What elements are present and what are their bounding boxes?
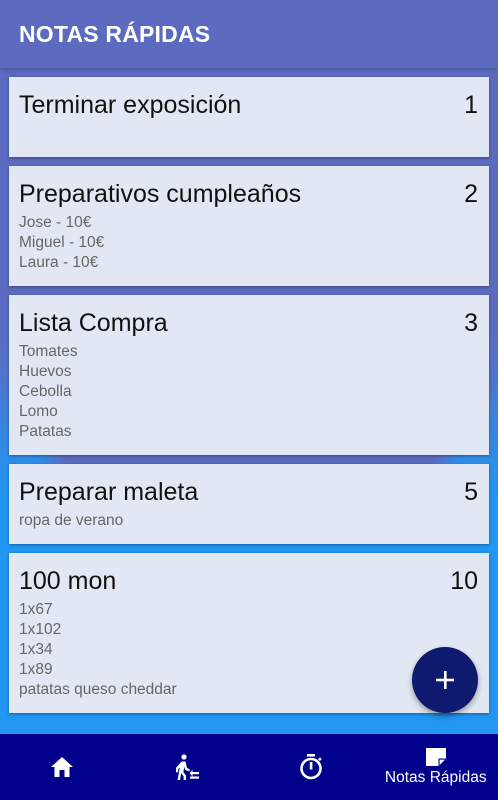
note-line: Laura - 10€ <box>19 254 99 271</box>
note-number: 3 <box>464 309 478 337</box>
note-line: 1x67 <box>19 601 53 618</box>
note-line: 1x89 <box>19 661 53 678</box>
app-bar: NOTAS RÁPIDAS <box>0 0 498 68</box>
note-line: Cebolla <box>19 383 72 400</box>
nav-item-notas-rapidas[interactable]: Notas Rápidas <box>374 734 498 800</box>
timer-icon <box>300 754 323 780</box>
note-line: 1x34 <box>19 641 53 658</box>
note-title: Preparativos cumpleaños <box>19 180 302 208</box>
note-card[interactable]: Preparar maleta 5 ropa de verano <box>9 464 489 544</box>
note-line: ropa de verano <box>19 512 124 529</box>
add-note-button[interactable] <box>412 647 478 713</box>
nav-item-label: Notas Rápidas <box>384 769 487 786</box>
note-line: 1x102 <box>19 621 62 638</box>
note-body: Tomates Huevos Cebolla Lomo Patatas <box>19 342 479 442</box>
note-line: Tomates <box>19 343 78 360</box>
nav-item-timer[interactable] <box>249 734 374 800</box>
note-line: Lomo <box>19 403 58 420</box>
note-body: ropa de verano <box>19 511 479 531</box>
note-body: Jose - 10€ Miguel - 10€ Laura - 10€ <box>19 213 479 273</box>
note-number: 2 <box>464 180 478 208</box>
note-title: 100 mon <box>19 567 117 595</box>
note-title: Lista Compra <box>19 309 168 337</box>
note-card[interactable]: Preparativos cumpleaños 2 Jose - 10€ Mig… <box>9 166 489 286</box>
note-line: Patatas <box>19 423 72 440</box>
note-line: Jose - 10€ <box>19 214 92 231</box>
note-number: 1 <box>464 91 478 119</box>
note-body: 1x67 1x102 1x34 1x89 patatas queso chedd… <box>19 600 479 700</box>
note-title: Terminar exposición <box>19 91 242 119</box>
note-line: Miguel - 10€ <box>19 234 105 251</box>
note-card[interactable]: Terminar exposición 1 <box>9 77 489 157</box>
note-icon <box>425 748 446 766</box>
note-number: 10 <box>450 567 478 595</box>
exercise-icon <box>175 754 199 780</box>
note-card[interactable]: Lista Compra 3 Tomates Huevos Cebolla Lo… <box>9 295 489 455</box>
note-number: 5 <box>464 478 478 506</box>
page-title: NOTAS RÁPIDAS <box>19 20 211 47</box>
nav-item-home[interactable] <box>0 734 125 800</box>
notes-list: Terminar exposición 1 Preparativos cumpl… <box>9 77 489 722</box>
note-title: Preparar maleta <box>19 478 199 506</box>
home-icon <box>51 757 74 777</box>
plus-icon <box>436 671 454 689</box>
note-line: Huevos <box>19 363 72 380</box>
note-line: patatas queso cheddar <box>19 681 177 698</box>
nav-item-exercise[interactable] <box>125 734 250 800</box>
bottom-navigation: Notas Rápidas <box>0 734 498 800</box>
